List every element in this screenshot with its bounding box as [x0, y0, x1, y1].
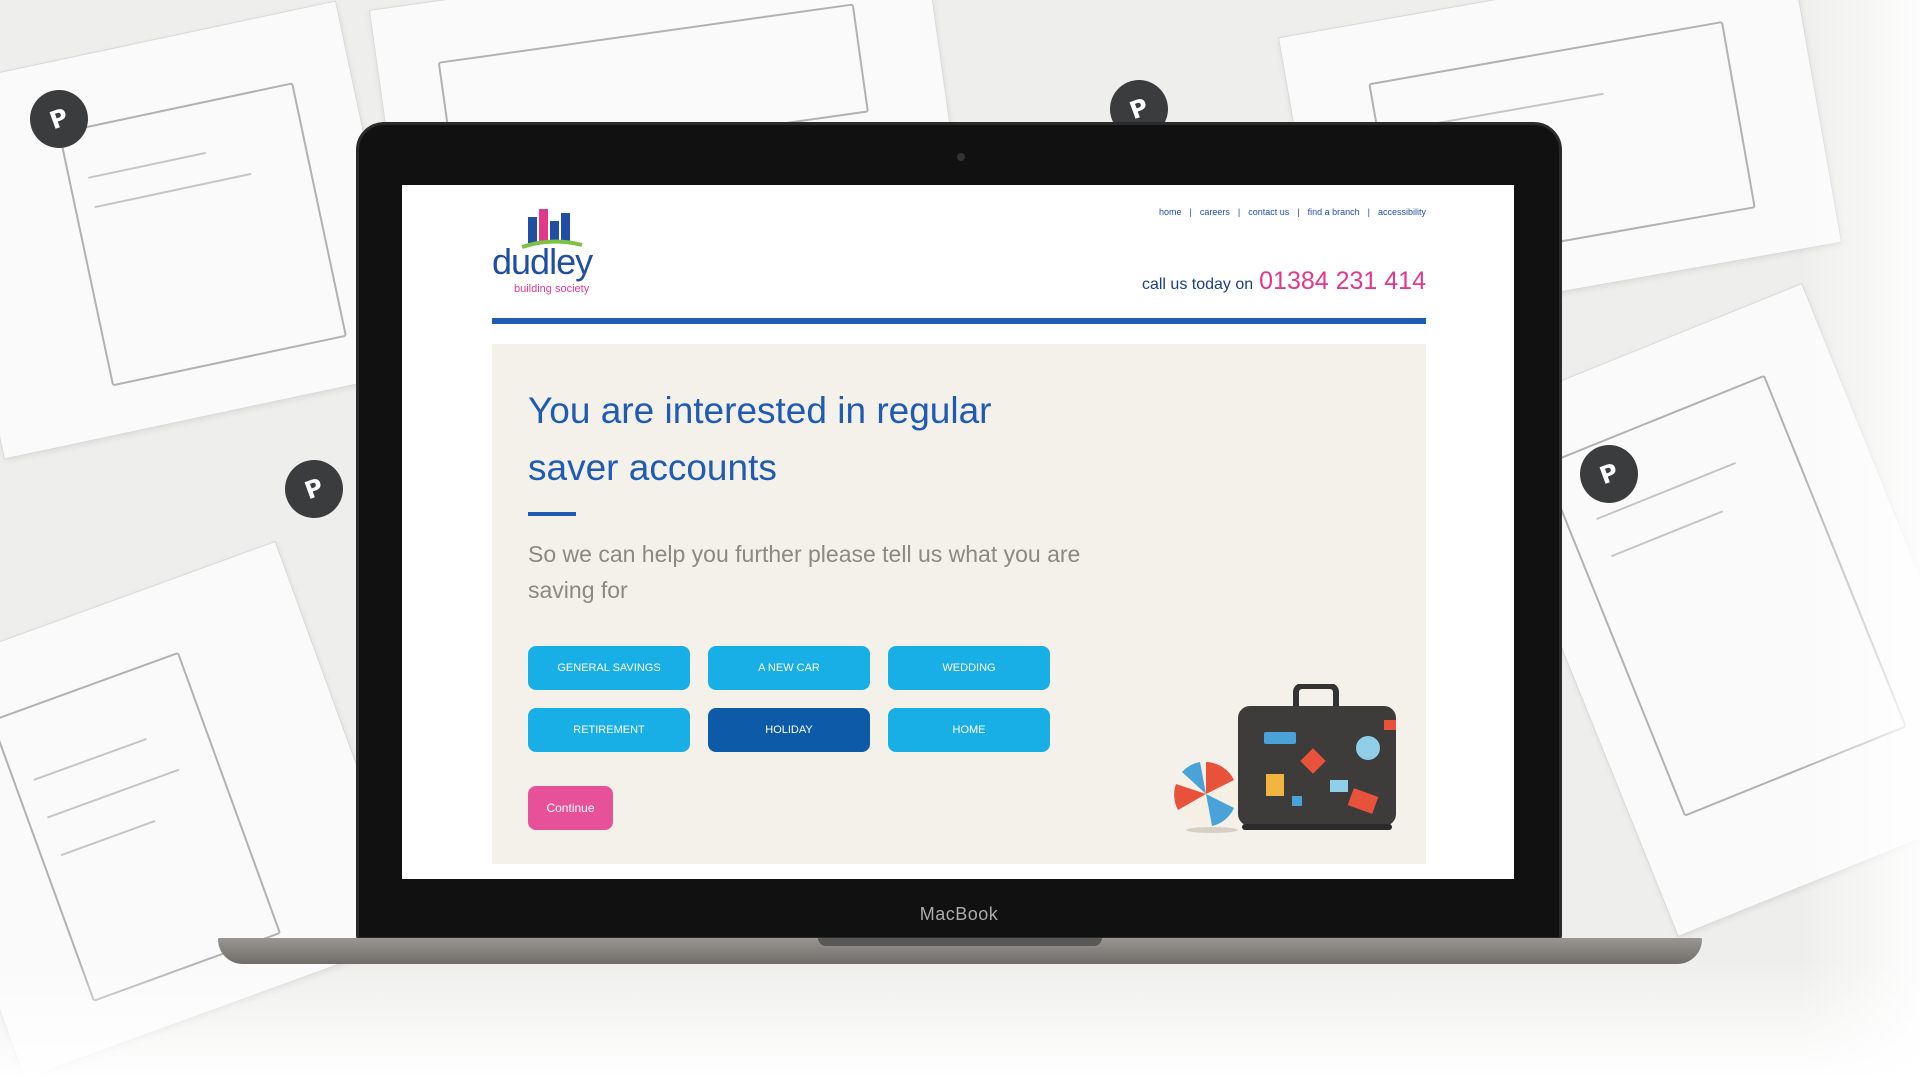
nav-home[interactable]: home — [1151, 207, 1190, 217]
logo-bars-icon — [528, 209, 572, 243]
page-subtitle: So we can help you further please tell u… — [528, 541, 1081, 603]
nav-find-a-branch[interactable]: find a branch — [1300, 207, 1368, 217]
logo-word: dudley — [492, 241, 593, 282]
option-retirement[interactable]: RETIREMENT — [528, 708, 690, 752]
fade-bottom — [0, 960, 1920, 1080]
option-wedding[interactable]: WEDDING — [888, 646, 1050, 690]
laptop-notch — [818, 938, 1102, 946]
beach-ball-icon — [1174, 762, 1238, 833]
page-title: You are interested in regular saver acco… — [528, 390, 992, 488]
top-nav: home | careers | contact us | find a bra… — [1151, 207, 1426, 217]
saving-panel: You are interested in regular saver acco… — [492, 344, 1426, 864]
option-holiday[interactable]: HOLIDAY — [708, 708, 870, 752]
call-us: call us today on 01384 231 414 — [1142, 267, 1426, 296]
laptop-brand-label: MacBook — [919, 904, 999, 924]
title-underline — [528, 512, 576, 516]
nav-accessibility[interactable]: accessibility — [1370, 207, 1426, 217]
option-general-savings[interactable]: GENERAL SAVINGS — [528, 646, 690, 690]
header-divider — [492, 318, 1426, 324]
continue-button[interactable]: Continue — [528, 786, 613, 830]
laptop-screen: dudley building society home | careers |… — [402, 185, 1514, 879]
nav-contact-us[interactable]: contact us — [1240, 207, 1297, 217]
call-us-text: call us today on — [1141, 276, 1254, 293]
logo-subtitle: building society — [514, 283, 590, 295]
option-home[interactable]: HOME — [888, 708, 1050, 752]
phone-number[interactable]: 01384 231 414 — [1259, 267, 1426, 296]
nav-careers[interactable]: careers — [1192, 207, 1238, 217]
suitcase-icon — [1238, 684, 1396, 830]
dudley-logo[interactable]: dudley building society — [492, 209, 612, 301]
camera-icon — [957, 153, 965, 161]
laptop-lid: dudley building society home | careers |… — [356, 122, 1562, 940]
site-header: dudley building society home | careers |… — [492, 185, 1426, 325]
fade-right — [1800, 0, 1920, 1080]
sketch-sheet — [0, 0, 415, 460]
option-a-new-car[interactable]: A NEW CAR — [708, 646, 870, 690]
suitcase-illustration-icon — [1174, 684, 1396, 833]
logo-badge-icon: P — [276, 451, 352, 527]
laptop-base — [218, 938, 1702, 964]
